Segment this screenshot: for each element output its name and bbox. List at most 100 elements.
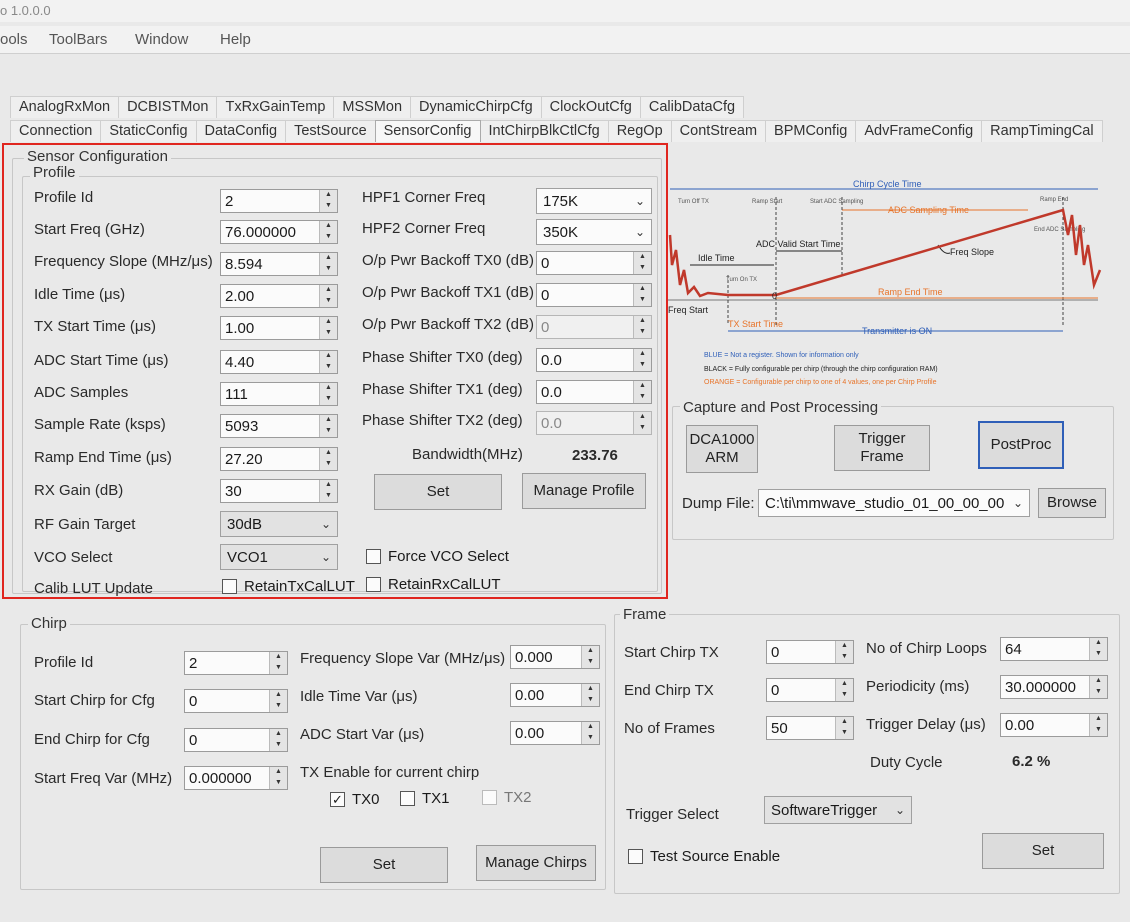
checkbox-box[interactable]: [482, 790, 497, 805]
checkbox-checked-icon[interactable]: ✓: [330, 792, 345, 807]
start-chirp-tx-value: 0: [771, 644, 780, 661]
no-of-frames-arrows[interactable]: ▲ ▼: [835, 717, 853, 739]
tx1-checkbox[interactable]: TX1: [400, 790, 450, 807]
menu-tools[interactable]: ools: [0, 31, 28, 48]
browse-button[interactable]: Browse: [1038, 488, 1106, 518]
tab-calibdatacfg[interactable]: CalibDataCfg: [639, 96, 745, 118]
trigger-delay-label: Trigger Delay (μs): [866, 716, 986, 733]
start-chirp-cfg-spinner[interactable]: 0 ▲ ▼: [184, 689, 288, 713]
chirp-profile-id-arrows[interactable]: ▲ ▼: [269, 652, 287, 674]
periodicity-value: 30.000000: [1005, 679, 1076, 696]
diagram-end-adc-sampling: End ADC Sampling: [1034, 227, 1085, 233]
adc-start-var-spinner[interactable]: 0.00 ▲ ▼: [510, 721, 600, 745]
end-chirp-cfg-spinner[interactable]: 0 ▲ ▼: [184, 728, 288, 752]
no-of-frames-spinner[interactable]: 50 ▲ ▼: [766, 716, 854, 740]
menu-window[interactable]: Window: [135, 31, 188, 48]
trigger-delay-spinner[interactable]: 0.00 ▲ ▼: [1000, 713, 1108, 737]
adc-start-var-arrows[interactable]: ▲ ▼: [581, 722, 599, 744]
start-chirp-cfg-arrows[interactable]: ▲ ▼: [269, 690, 287, 712]
trigger-select-dropdown[interactable]: SoftwareTrigger ⌄: [764, 796, 912, 824]
tab-ramptimingcal[interactable]: RampTimingCal: [981, 120, 1103, 142]
freq-slope-var-arrows[interactable]: ▲ ▼: [581, 646, 599, 668]
diagram-adc-sampling-time: ADC Sampling Time: [888, 205, 969, 215]
end-chirp-tx-label: End Chirp TX: [624, 682, 714, 699]
tab-connection[interactable]: Connection: [10, 120, 102, 142]
chevron-down-icon: ⌄: [1012, 496, 1024, 510]
end-chirp-cfg-arrows[interactable]: ▲ ▼: [269, 729, 287, 751]
tab-analogrxmon[interactable]: AnalogRxMon: [10, 96, 120, 118]
tab-bpmconfig[interactable]: BPMConfig: [765, 120, 857, 142]
periodicity-label: Periodicity (ms): [866, 678, 970, 695]
start-chirp-cfg-value: 0: [189, 693, 198, 710]
start-chirp-cfg-label: Start Chirp for Cfg: [34, 692, 155, 709]
tab-intchirpblkctlcfg[interactable]: IntChirpBlkCtlCfg: [479, 120, 609, 142]
chirp-profile-id-spinner[interactable]: 2 ▲ ▼: [184, 651, 288, 675]
idle-time-var-arrows[interactable]: ▲ ▼: [581, 684, 599, 706]
diagram-turn-off-tx: Turn Off TX: [678, 199, 709, 205]
start-chirp-tx-arrows[interactable]: ▲ ▼: [835, 641, 853, 663]
chirp-profile-id-label: Profile Id: [34, 654, 94, 671]
checkbox-box[interactable]: [628, 849, 643, 864]
menu-help[interactable]: Help: [220, 31, 251, 48]
diagram-freq-slope: Freq Slope: [950, 247, 994, 257]
diagram-turn-on-tx: Turn On TX: [726, 277, 757, 283]
test-source-enable-checkbox[interactable]: Test Source Enable: [628, 848, 780, 865]
window-title: o 1.0.0.0: [0, 3, 51, 18]
no-of-chirp-loops-value: 64: [1005, 641, 1022, 658]
no-of-chirp-loops-arrows[interactable]: ▲ ▼: [1089, 638, 1107, 660]
periodicity-arrows[interactable]: ▲ ▼: [1089, 676, 1107, 698]
freq-slope-var-spinner[interactable]: 0.000 ▲ ▼: [510, 645, 600, 669]
trigger-delay-arrows[interactable]: ▲ ▼: [1089, 714, 1107, 736]
end-chirp-tx-value: 0: [771, 682, 780, 699]
diagram-tx-start-time: TX Start Time: [728, 319, 783, 329]
trigger-select-label: Trigger Select: [626, 806, 719, 823]
tab-staticconfig[interactable]: StaticConfig: [100, 120, 197, 142]
start-chirp-tx-spinner[interactable]: 0 ▲ ▼: [766, 640, 854, 664]
tab-dcbistmon[interactable]: DCBISTMon: [118, 96, 218, 118]
chirp-title: Chirp: [28, 615, 70, 632]
tx-enable-label: TX Enable for current chirp: [300, 764, 480, 781]
chirp-set-button[interactable]: Set: [320, 847, 448, 883]
tab-dynamicchirpcfg[interactable]: DynamicChirpCfg: [410, 96, 542, 118]
chirp-timing-diagram: Chirp Cycle Time Turn Off TX Ramp Start …: [668, 179, 1102, 386]
no-of-chirp-loops-spinner[interactable]: 64 ▲ ▼: [1000, 637, 1108, 661]
postproc-button[interactable]: PostProc: [978, 421, 1064, 469]
title-bar: o 1.0.0.0: [0, 0, 1130, 22]
dca1000-arm-button[interactable]: DCA1000 ARM: [686, 425, 758, 473]
idle-time-var-spinner[interactable]: 0.00 ▲ ▼: [510, 683, 600, 707]
start-freq-var-spinner[interactable]: 0.000000 ▲ ▼: [184, 766, 288, 790]
dump-file-label: Dump File:: [682, 495, 755, 512]
manage-chirps-button[interactable]: Manage Chirps: [476, 845, 596, 881]
dump-file-dropdown[interactable]: C:\ti\mmwave_studio_01_00_00_00 ⌄: [758, 489, 1030, 517]
periodicity-spinner[interactable]: 30.000000 ▲ ▼: [1000, 675, 1108, 699]
tab-contstream[interactable]: ContStream: [670, 120, 767, 142]
dump-file-value: C:\ti\mmwave_studio_01_00_00_00: [765, 494, 1005, 512]
tab-advframeconfig[interactable]: AdvFrameConfig: [855, 120, 983, 142]
tx2-checkbox[interactable]: TX2: [482, 789, 532, 806]
diagram-transmitter-on: Transmitter is ON: [862, 326, 932, 336]
tab-dataconfig[interactable]: DataConfig: [195, 120, 287, 142]
tab-txrxgaintemp[interactable]: TxRxGainTemp: [216, 96, 335, 118]
tx0-checkbox[interactable]: ✓ TX0: [330, 791, 380, 808]
start-freq-var-arrows[interactable]: ▲ ▼: [269, 767, 287, 789]
tx2-label: TX2: [504, 789, 532, 806]
duty-cycle-label: Duty Cycle: [870, 754, 943, 771]
checkbox-box[interactable]: [400, 791, 415, 806]
end-chirp-tx-arrows[interactable]: ▲ ▼: [835, 679, 853, 701]
frame-set-button[interactable]: Set: [982, 833, 1104, 869]
end-chirp-tx-spinner[interactable]: 0 ▲ ▼: [766, 678, 854, 702]
tab-regop[interactable]: RegOp: [607, 120, 672, 142]
trigger-frame-button[interactable]: Trigger Frame: [834, 425, 930, 471]
capture-title: Capture and Post Processing: [680, 399, 882, 416]
highlight-box: [2, 143, 668, 599]
menu-toolbars[interactable]: ToolBars: [49, 31, 107, 48]
tab-clockoutcfg[interactable]: ClockOutCfg: [540, 96, 641, 118]
diagram-legend-blue: BLUE = Not a register. Shown for informa…: [704, 352, 859, 359]
tab-mssmon[interactable]: MSSMon: [333, 96, 412, 118]
tab-testsource[interactable]: TestSource: [285, 120, 376, 142]
idle-time-var-value: 0.00: [515, 687, 545, 704]
end-chirp-cfg-value: 0: [189, 732, 198, 749]
tab-sensorconfig[interactable]: SensorConfig: [374, 120, 481, 142]
diagram-adc-valid-start-time: ADC Valid Start Time: [756, 239, 840, 249]
chevron-down-icon: ⌄: [894, 803, 906, 817]
